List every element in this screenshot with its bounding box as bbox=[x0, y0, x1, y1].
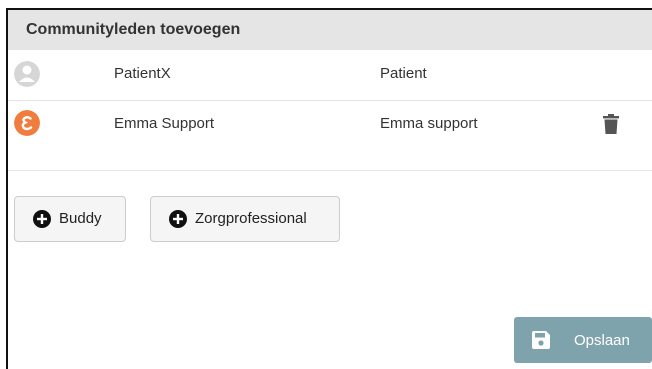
member-row: PatientX Patient bbox=[8, 50, 652, 101]
community-panel: Communityleden toevoegen PatientX Patien… bbox=[6, 8, 652, 369]
add-buddy-label: Buddy bbox=[59, 210, 102, 227]
trash-icon[interactable] bbox=[603, 114, 619, 134]
panel-header: Communityleden toevoegen bbox=[8, 10, 652, 50]
member-row: Emma Support Emma support bbox=[8, 100, 652, 171]
add-buddy-button[interactable]: Buddy bbox=[14, 196, 126, 242]
save-label: Opslaan bbox=[574, 332, 630, 349]
add-professional-label: Zorgprofessional bbox=[195, 210, 307, 227]
add-professional-button[interactable]: Zorgprofessional bbox=[150, 196, 340, 242]
member-name: PatientX bbox=[114, 65, 171, 82]
person-placeholder-icon bbox=[14, 61, 40, 87]
plus-circle-icon bbox=[169, 210, 187, 228]
member-name: Emma Support bbox=[114, 115, 215, 132]
member-role: Emma support bbox=[380, 115, 478, 132]
panel-title: Communityleden toevoegen bbox=[26, 21, 241, 38]
save-disk-icon bbox=[532, 331, 550, 349]
save-button[interactable]: Opslaan bbox=[514, 317, 652, 363]
emma-logo-icon bbox=[14, 110, 40, 136]
plus-circle-icon bbox=[33, 210, 51, 228]
member-role: Patient bbox=[380, 65, 427, 82]
